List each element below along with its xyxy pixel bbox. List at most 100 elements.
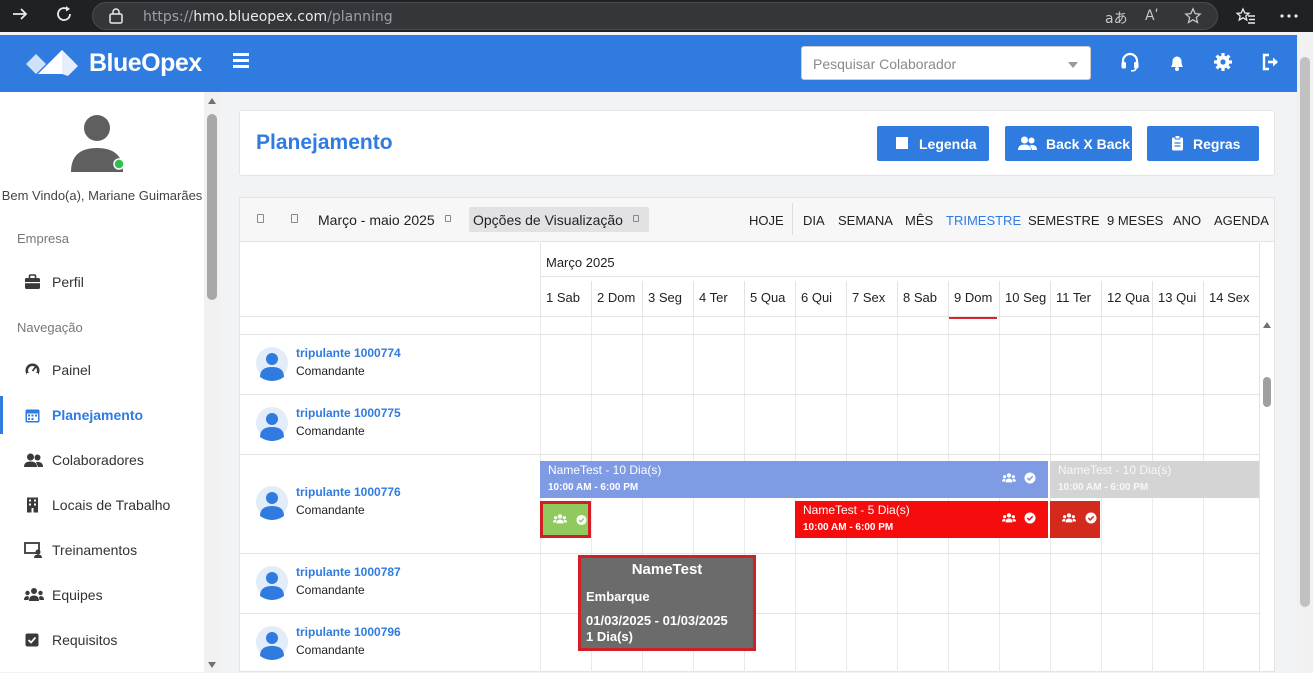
timeline-scroll-thumb[interactable] [1263, 377, 1271, 407]
checkbox-icon [25, 633, 39, 647]
crew-avatar-icon [256, 407, 288, 441]
crew-name[interactable]: tripulante 1000796 [296, 625, 401, 639]
page-scrollbar[interactable] [1297, 35, 1313, 672]
page-scroll-thumb[interactable] [1300, 57, 1310, 607]
rules-button-label: Regras [1193, 136, 1241, 152]
browser-toolbar: https://hmo.blueopex.com/planning aあ Aʹ [0, 0, 1313, 32]
event-bar-grey[interactable]: NameTest - 10 Dia(s) 10:00 AM - 6:00 PM [1050, 461, 1259, 498]
sidebar-scroll-thumb[interactable] [207, 114, 217, 300]
crew-name[interactable]: tripulante 1000775 [296, 406, 401, 420]
search-placeholder: Pesquisar Colaborador [813, 56, 957, 72]
crew-row[interactable]: tripulante 1000774 Comandante [240, 334, 540, 394]
back-x-back-button[interactable]: Back X Back [1005, 126, 1132, 161]
favorite-star-icon[interactable] [1184, 7, 1202, 25]
month-label: Março 2025 [546, 255, 615, 270]
check-circle-icon [1024, 512, 1036, 524]
crew-role: Comandante [296, 424, 365, 438]
address-bar[interactable]: https://hmo.blueopex.com/planning aあ Aʹ [92, 2, 1218, 30]
scheduler: Março - maio 2025 Opções de Visualização… [239, 197, 1275, 673]
reload-icon[interactable] [52, 4, 76, 28]
chalkboard-icon [24, 542, 42, 558]
read-aloud-icon[interactable]: Aʹ [1145, 8, 1158, 24]
sidebar-item-collaborators[interactable]: Colaboradores [0, 441, 204, 479]
crew-row[interactable]: tripulante 1000787 Comandante [240, 553, 540, 613]
bell-icon[interactable] [1166, 51, 1188, 73]
crew-name[interactable]: tripulante 1000787 [296, 565, 401, 579]
today-button[interactable]: HOJE [749, 213, 784, 228]
event-bar-red[interactable]: NameTest - 5 Dia(s) 10:00 AM - 6:00 PM [795, 501, 1048, 538]
event-bar-green-selected[interactable] [540, 501, 591, 538]
square-icon [896, 137, 908, 149]
scroll-up-icon[interactable] [208, 98, 216, 104]
more-menu-icon[interactable] [1279, 6, 1299, 26]
sidebar-scrollbar[interactable] [204, 92, 220, 672]
view-week-button[interactable]: SEMANA [838, 213, 893, 228]
scroll-down-icon[interactable] [208, 662, 216, 668]
view-year-button[interactable]: ANO [1173, 213, 1201, 228]
event-bar-blue[interactable]: NameTest - 10 Dia(s) 10:00 AM - 6:00 PM [540, 461, 1048, 498]
crew-row[interactable]: tripulante 1000796 Comandante [240, 613, 540, 673]
url-text: https://hmo.blueopex.com/planning [143, 9, 393, 25]
event-bar-dark-red[interactable] [1050, 501, 1100, 538]
day-header: 7 Sex [846, 281, 897, 316]
forward-arrow-icon[interactable] [8, 4, 32, 28]
dropdown-icon [633, 215, 639, 222]
rules-button[interactable]: Regras [1147, 126, 1259, 161]
legend-button-label: Legenda [919, 136, 977, 152]
view-month-button[interactable]: MÊS [905, 213, 933, 228]
scroll-up-icon[interactable] [1263, 322, 1271, 328]
legend-button[interactable]: Legenda [877, 126, 989, 161]
crew-role: Comandante [296, 503, 365, 517]
translate-icon[interactable]: aあ [1105, 8, 1128, 28]
favorites-list-icon[interactable] [1236, 6, 1256, 26]
view-day-button[interactable]: DIA [803, 213, 825, 228]
date-picker-icon[interactable] [445, 215, 451, 222]
crew-name[interactable]: tripulante 1000774 [296, 346, 401, 360]
next-period-icon[interactable] [291, 214, 298, 223]
sidebar-item-teams[interactable]: Equipes [0, 576, 204, 614]
crew-avatar-icon [256, 347, 288, 381]
page-title: Planejamento [256, 131, 393, 154]
menu-toggle-icon[interactable] [233, 53, 251, 69]
users-icon [1018, 136, 1037, 150]
month-divider [540, 276, 1260, 277]
sidebar-item-dashboard[interactable]: Painel [0, 351, 204, 389]
period-label[interactable]: Março - maio 2025 [318, 212, 435, 228]
timeline-scrollbar[interactable] [1260, 317, 1274, 673]
sidebar-item-workplaces[interactable]: Locais de Trabalho [0, 486, 204, 524]
page-header-card: Planejamento Legenda Back X Back Regras [239, 110, 1275, 176]
event-tooltip: NameTest Embarque 01/03/2025 - 01/03/202… [578, 555, 756, 651]
search-collaborator-select[interactable]: Pesquisar Colaborador [801, 46, 1091, 80]
crew-row[interactable]: tripulante 1000776 Comandante [240, 454, 540, 553]
header-bottom-border [240, 316, 1260, 317]
sidebar-item-profile[interactable]: Perfil [0, 263, 204, 301]
crew-row[interactable]: tripulante 1000775 Comandante [240, 394, 540, 454]
sidebar-item-requirements[interactable]: Requisitos [0, 621, 204, 659]
gear-icon[interactable] [1212, 51, 1234, 73]
url-scheme: https:// [143, 9, 194, 25]
view-options-button[interactable]: Opções de Visualização [469, 207, 649, 232]
section-company: Empresa [17, 231, 70, 246]
headset-support-icon[interactable] [1119, 51, 1141, 73]
sidebar-item-planning[interactable]: Planejamento [0, 396, 204, 434]
view-9-months-button[interactable]: 9 MESES [1107, 213, 1163, 228]
sidebar-item-label: Equipes [52, 587, 103, 603]
team-icon [553, 514, 567, 524]
view-agenda-button[interactable]: AGENDA [1214, 213, 1269, 228]
team-icon [1002, 513, 1016, 523]
view-semester-button[interactable]: SEMESTRE [1028, 213, 1100, 228]
blueopex-logo-icon[interactable] [24, 48, 80, 80]
prev-period-icon[interactable] [257, 214, 264, 223]
day-header: 11 Ter [1050, 281, 1101, 316]
event-time: 10:00 AM - 6:00 PM [548, 482, 639, 493]
crew-name[interactable]: tripulante 1000776 [296, 485, 401, 499]
event-title: NameTest - 10 Dia(s) [1058, 463, 1172, 477]
sidebar-item-trainings[interactable]: Treinamentos [0, 531, 204, 569]
view-quarter-button[interactable]: TRIMESTRE [946, 213, 1021, 228]
calendar-icon [25, 409, 40, 423]
team-icon [1002, 473, 1016, 483]
logout-icon[interactable] [1260, 51, 1282, 73]
team-icon [24, 588, 44, 601]
crew-role: Comandante [296, 364, 365, 378]
brand-name[interactable]: BlueOpex [89, 49, 202, 78]
